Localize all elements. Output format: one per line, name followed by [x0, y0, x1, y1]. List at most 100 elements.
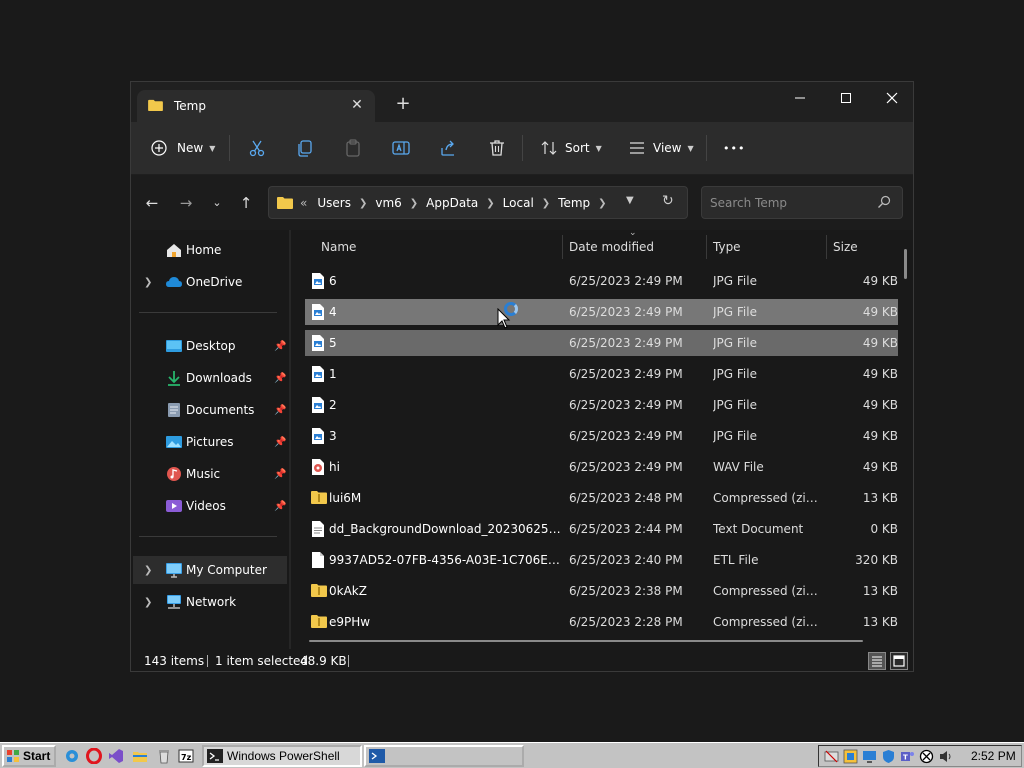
display-icon[interactable]	[862, 749, 877, 764]
sidebar-item-network[interactable]: ❯ Network	[133, 588, 287, 616]
file-explorer-icon[interactable]	[132, 748, 148, 764]
chevron-right-icon[interactable]: ❯	[598, 198, 606, 209]
refresh-icon[interactable]: ↻	[662, 193, 674, 209]
address-dropdown-icon[interactable]: ▼	[626, 195, 634, 206]
up-arrow-icon[interactable]: ↑	[235, 192, 257, 214]
view-button[interactable]: View ▼	[627, 136, 694, 160]
new-tab-button[interactable]: +	[393, 94, 413, 114]
chevron-right-icon[interactable]: ❯	[144, 597, 152, 608]
chevron-right-icon[interactable]: ❯	[410, 198, 418, 209]
pin-icon[interactable]: 📌	[274, 501, 286, 512]
opera-icon[interactable]	[86, 748, 102, 764]
minimize-button[interactable]	[777, 82, 823, 114]
file-row[interactable]: 3 6/25/2023 2:49 PM JPG File 49 KB	[305, 423, 898, 449]
file-row[interactable]: 0kAkZ 6/25/2023 2:38 PM Compressed (zipp..…	[305, 578, 898, 604]
back-arrow-icon[interactable]: ←	[141, 192, 163, 214]
pin-icon[interactable]: 📌	[274, 405, 286, 416]
chevron-right-icon[interactable]: ❯	[359, 198, 367, 209]
volume-icon[interactable]	[938, 749, 953, 764]
tab-temp[interactable]: Temp ✕	[137, 90, 375, 122]
defender-shield-icon[interactable]	[881, 749, 896, 764]
file-name[interactable]: 1	[329, 367, 561, 381]
column-header-name[interactable]: Name	[321, 232, 356, 262]
pin-icon[interactable]: 📌	[274, 373, 286, 384]
teams-icon[interactable]: T	[900, 749, 915, 764]
file-row[interactable]: dd_BackgroundDownload_20230625144445 6/25…	[305, 516, 898, 542]
chevron-right-icon[interactable]: ❯	[486, 198, 494, 209]
vertical-scrollbar[interactable]	[904, 249, 907, 279]
address-bar[interactable]: « Users ❯ vm6 ❯ AppData ❯ Local ❯ Temp ❯…	[268, 186, 688, 219]
start-button[interactable]: Start	[2, 745, 56, 767]
file-row[interactable]: 6 6/25/2023 2:49 PM JPG File 49 KB	[305, 268, 898, 294]
file-name[interactable]: 4	[329, 305, 561, 319]
breadcrumb-users[interactable]: Users	[317, 196, 351, 210]
column-header-type[interactable]: Type	[713, 232, 741, 262]
paste-button[interactable]	[343, 136, 363, 160]
file-name[interactable]: 3	[329, 429, 561, 443]
sort-button[interactable]: Sort ▼	[539, 136, 602, 160]
file-name[interactable]: 0kAkZ	[329, 584, 561, 598]
7zip-icon[interactable]: 7z	[178, 748, 194, 764]
share-button[interactable]	[439, 136, 459, 160]
cut-button[interactable]	[247, 136, 267, 160]
file-row[interactable]: 9937AD52-07FB-4356-A03E-1C706EAB48B... 6/…	[305, 547, 898, 573]
settings-icon[interactable]	[64, 748, 80, 764]
file-row[interactable]: 5 6/25/2023 2:49 PM JPG File 49 KB	[305, 330, 898, 356]
delete-button[interactable]	[487, 136, 507, 160]
column-header-date[interactable]: Date modified	[569, 232, 654, 262]
close-window-button[interactable]	[869, 82, 913, 114]
sidebar-item-pictures[interactable]: Pictures 📌	[133, 428, 287, 456]
chevron-right-icon[interactable]: ❯	[144, 277, 152, 288]
sidebar-item-my-computer[interactable]: ❯ My Computer	[133, 556, 287, 584]
search-box[interactable]: Search Temp	[701, 186, 903, 219]
taskbar-window-untitled[interactable]	[364, 745, 524, 767]
tiles-view-button[interactable]	[890, 652, 908, 670]
file-row[interactable]: lui6M 6/25/2023 2:48 PM Compressed (zipp..…	[305, 485, 898, 511]
more-options-button[interactable]: •••	[723, 136, 745, 160]
file-name[interactable]: lui6M	[329, 491, 561, 505]
sidebar-item-home[interactable]: Home	[133, 236, 287, 264]
file-name[interactable]: 9937AD52-07FB-4356-A03E-1C706EAB48B...	[329, 553, 561, 567]
horizontal-scrollbar[interactable]	[309, 640, 863, 642]
sidebar-item-music[interactable]: Music 📌	[133, 460, 287, 488]
search-input[interactable]: Search Temp	[710, 196, 787, 210]
visual-studio-icon[interactable]	[108, 748, 124, 764]
file-name[interactable]: 5	[329, 336, 561, 350]
close-tab-icon[interactable]: ✕	[349, 95, 365, 115]
sidebar-item-videos[interactable]: Videos 📌	[133, 492, 287, 520]
rename-button[interactable]	[391, 136, 411, 160]
file-name[interactable]: e9PHw	[329, 615, 561, 629]
details-view-button[interactable]	[868, 652, 886, 670]
taskbar-window-powershell[interactable]: Windows PowerShell	[202, 745, 362, 767]
sidebar-item-downloads[interactable]: Downloads 📌	[133, 364, 287, 392]
network-disconnected-icon[interactable]	[824, 749, 839, 764]
pin-icon[interactable]: 📌	[274, 469, 286, 480]
clock[interactable]: 2:52 PM	[971, 749, 1016, 763]
column-resize-handle[interactable]	[826, 235, 827, 259]
column-header-size[interactable]: Size	[833, 232, 858, 262]
maximize-button[interactable]	[823, 82, 869, 114]
breadcrumb-overflow[interactable]: «	[300, 196, 307, 210]
sidebar-item-documents[interactable]: Documents 📌	[133, 396, 287, 424]
file-name[interactable]: dd_BackgroundDownload_20230625144445	[329, 522, 561, 536]
file-row[interactable]: e9PHw 6/25/2023 2:28 PM Compressed (zipp..…	[305, 609, 898, 635]
recycle-bin-icon[interactable]	[156, 748, 172, 764]
security-icon[interactable]	[843, 749, 858, 764]
file-row[interactable]: 4 6/25/2023 2:49 PM JPG File 49 KB	[305, 299, 898, 325]
xbox-icon[interactable]	[919, 749, 934, 764]
pin-icon[interactable]: 📌	[274, 437, 286, 448]
file-name[interactable]: 2	[329, 398, 561, 412]
breadcrumb-temp[interactable]: Temp	[558, 196, 590, 210]
new-button[interactable]: New ▼	[151, 136, 215, 160]
column-resize-handle[interactable]	[706, 235, 707, 259]
file-row[interactable]: 2 6/25/2023 2:49 PM JPG File 49 KB	[305, 392, 898, 418]
column-resize-handle[interactable]	[562, 235, 563, 259]
recent-locations-chevron-icon[interactable]: ⌄	[206, 192, 228, 214]
pin-icon[interactable]: 📌	[274, 341, 286, 352]
breadcrumb-vm6[interactable]: vm6	[375, 196, 401, 210]
sidebar-item-onedrive[interactable]: ❯ OneDrive	[133, 268, 287, 296]
file-name[interactable]: hi	[329, 460, 561, 474]
chevron-right-icon[interactable]: ❯	[542, 198, 550, 209]
breadcrumb-local[interactable]: Local	[503, 196, 534, 210]
sidebar-item-desktop[interactable]: Desktop 📌	[133, 332, 287, 360]
